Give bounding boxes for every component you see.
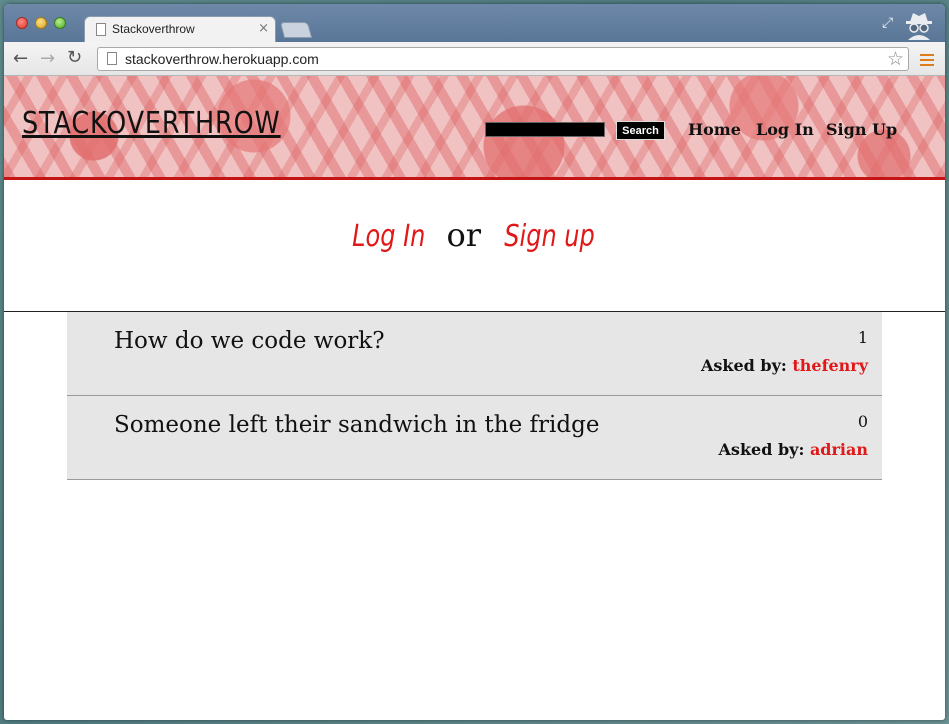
close-window-button[interactable] [16, 17, 28, 29]
incognito-icon [906, 13, 932, 40]
question-row[interactable]: How do we code work? 1 Asked by: thefenr… [67, 312, 882, 396]
browser-window: Stackoverthrow × ⤢ ← → ↻ stackoverthrow.… [4, 4, 945, 720]
nav-sign-up[interactable]: Sign Up [826, 120, 897, 139]
new-tab-button[interactable] [279, 22, 313, 38]
asked-by-label: Asked by: [718, 440, 805, 459]
browser-toolbar: ← → ↻ stackoverthrow.herokuapp.com ☆ [4, 42, 945, 76]
question-title[interactable]: How do we code work? [114, 328, 385, 354]
menu-icon[interactable] [920, 54, 934, 66]
asked-by: Asked by: adrian [719, 440, 868, 459]
asked-by: Asked by: thefenry [701, 356, 868, 375]
question-list: How do we code work? 1 Asked by: thefenr… [67, 312, 882, 480]
url-text[interactable]: stackoverthrow.herokuapp.com [125, 51, 319, 67]
question-author[interactable]: adrian [810, 440, 868, 459]
nav-log-in[interactable]: Log In [756, 120, 814, 139]
tab-strip: Stackoverthrow × ⤢ [4, 4, 945, 42]
site-logo[interactable]: STACKOVERTHROW [22, 106, 281, 141]
zoom-window-button[interactable] [54, 17, 66, 29]
question-row[interactable]: Someone left their sandwich in the fridg… [67, 396, 882, 480]
log-in-link[interactable]: Log In [352, 219, 425, 254]
browser-tab[interactable]: Stackoverthrow × [84, 16, 276, 42]
tab-title: Stackoverthrow [112, 22, 195, 36]
or-text: or [446, 216, 482, 254]
bookmark-star-icon[interactable]: ☆ [887, 48, 904, 70]
question-title[interactable]: Someone left their sandwich in the fridg… [114, 412, 599, 438]
reload-icon[interactable]: ↻ [67, 47, 82, 68]
forward-icon[interactable]: → [40, 48, 55, 69]
back-icon[interactable]: ← [13, 48, 28, 69]
site-header: STACKOVERTHROW Search Home Log In Sign U… [4, 76, 945, 180]
question-count: 0 [857, 412, 868, 431]
minimize-window-button[interactable] [35, 17, 47, 29]
nav-home[interactable]: Home [688, 120, 741, 139]
search-input[interactable] [485, 122, 605, 137]
tab-close-icon[interactable]: × [258, 21, 269, 36]
auth-prompt: Log In or Sign up [4, 216, 945, 254]
address-bar[interactable]: stackoverthrow.herokuapp.com ☆ [97, 47, 909, 71]
search-button[interactable]: Search [616, 121, 665, 140]
page-icon [107, 52, 117, 65]
asked-by-label: Asked by: [700, 356, 787, 375]
question-author[interactable]: thefenry [792, 356, 868, 375]
page-icon [96, 23, 106, 36]
fullscreen-icon[interactable]: ⤢ [882, 15, 893, 31]
sign-up-link[interactable]: Sign up [504, 219, 594, 254]
question-count: 1 [857, 328, 868, 347]
